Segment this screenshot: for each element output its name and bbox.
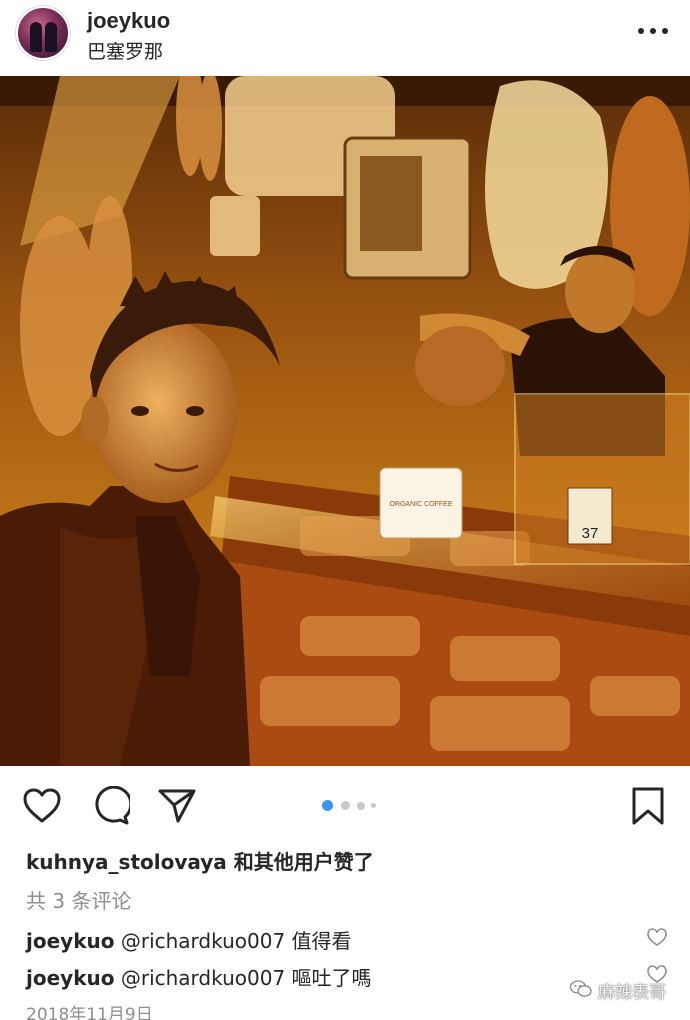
- comment-username[interactable]: joeykuo: [26, 966, 114, 990]
- share-icon[interactable]: [157, 786, 197, 826]
- watermark-text: 麻辣表哥: [598, 983, 666, 1003]
- likes-summary[interactable]: kuhnya_stolovaya 和其他用户赞了: [26, 846, 374, 875]
- comment-heart-icon[interactable]: [646, 927, 668, 947]
- heart-icon[interactable]: [22, 786, 62, 826]
- view-comments-link[interactable]: 共 3 条评论: [26, 885, 131, 914]
- comment-username[interactable]: joeykuo: [26, 929, 114, 953]
- post-date: 2018年11月9日: [26, 1005, 153, 1020]
- carousel-dot: [357, 802, 365, 810]
- comment-text: 嘔吐了嗎: [291, 966, 372, 990]
- comment-text: 值得看: [291, 929, 352, 953]
- instagram-post: joeykuo 巴塞罗那 37 ORGANIC COFFEE kuhnya_st…: [0, 0, 690, 1020]
- carousel-dot-active: [322, 800, 333, 811]
- price-tag: 37: [582, 525, 599, 542]
- comment-mention[interactable]: @richardkuo007: [121, 966, 285, 990]
- comment-icon[interactable]: [90, 785, 133, 826]
- comment-mention[interactable]: @richardkuo007: [121, 929, 285, 953]
- bookmark-icon[interactable]: [628, 786, 668, 826]
- comment: joeykuo @richardkuo007 值得看: [26, 925, 352, 954]
- photo-illustration: 37 ORGANIC COFFEE: [0, 76, 690, 766]
- post-location[interactable]: 巴塞罗那: [87, 37, 163, 64]
- comment: joeykuo @richardkuo007 嘔吐了嗎: [26, 962, 372, 991]
- post-photo[interactable]: 37 ORGANIC COFFEE: [0, 76, 690, 766]
- carousel-dot: [341, 801, 350, 810]
- likes-suffix: 和其他用户赞了: [226, 850, 374, 874]
- post-username[interactable]: joeykuo: [87, 8, 170, 34]
- post-header: joeykuo 巴塞罗那: [0, 0, 690, 76]
- carousel-dot: [371, 803, 376, 808]
- more-options-icon[interactable]: [638, 28, 668, 38]
- cup-label: ORGANIC COFFEE: [389, 501, 452, 508]
- wechat-icon: [569, 980, 592, 998]
- likes-user[interactable]: kuhnya_stolovaya: [26, 850, 227, 874]
- avatar[interactable]: [16, 6, 70, 60]
